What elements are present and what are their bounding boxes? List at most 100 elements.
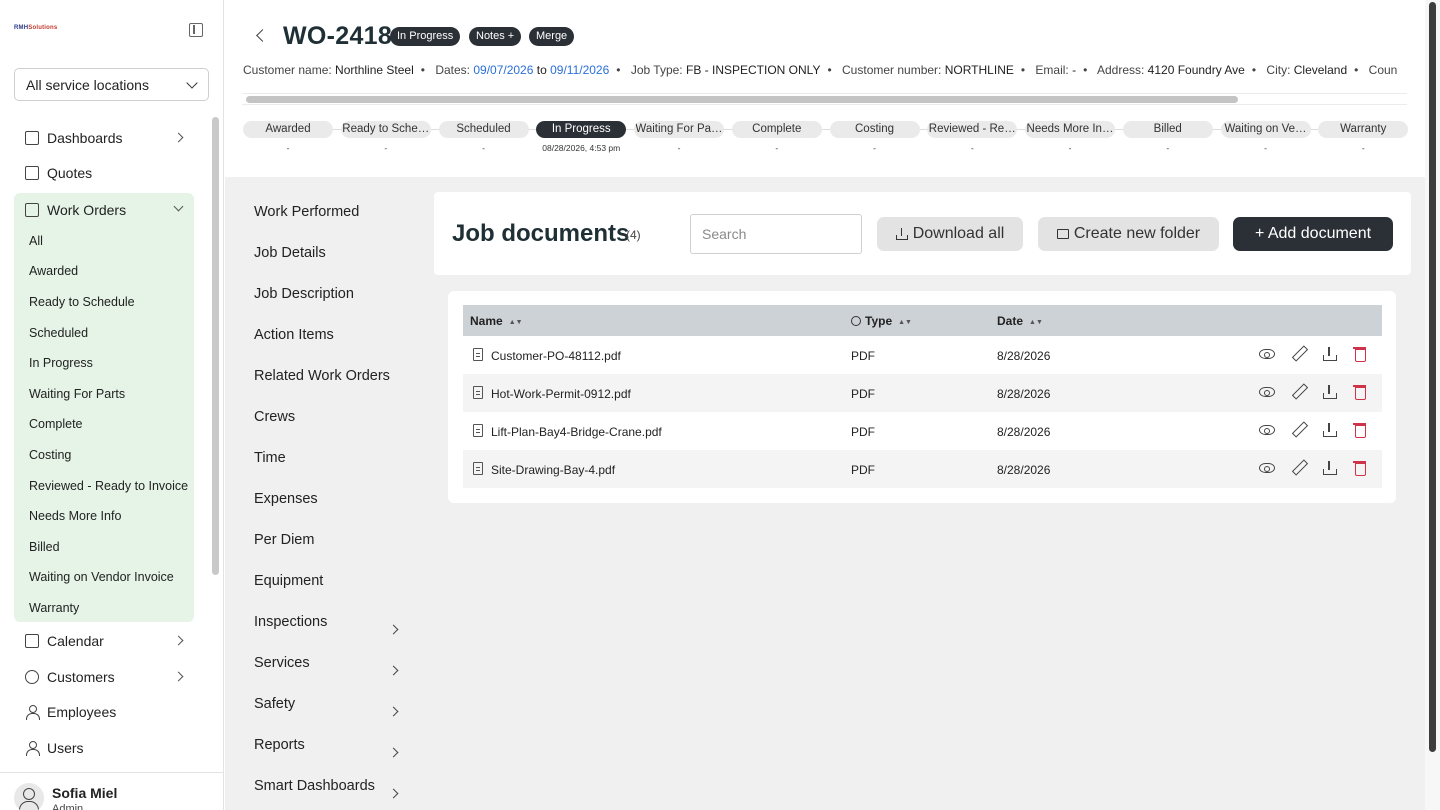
status-badge: In Progress (390, 27, 461, 46)
page-scrollbar[interactable] (1425, 0, 1440, 810)
section-nav-item[interactable]: Safety (254, 696, 295, 712)
stage-date: - (775, 143, 779, 153)
sidebar-subitem[interactable]: Costing (29, 448, 71, 462)
service-location-select[interactable]: All service locations (14, 68, 209, 101)
sidebar-subitem[interactable]: Complete (29, 417, 83, 431)
job-documents-header: Job documents (4) Download all Create ne… (434, 192, 1411, 275)
section-nav-item[interactable]: Job Description (254, 286, 354, 302)
section-nav-item[interactable]: Time (254, 450, 286, 466)
sidebar-scrollbar[interactable] (212, 117, 219, 575)
date-to-link[interactable]: 09/11/2026 (550, 63, 609, 77)
section-nav-item[interactable]: Inspections (254, 614, 327, 630)
column-date[interactable]: Date ▲▼ (997, 314, 1043, 328)
column-name[interactable]: Name ▲▼ (470, 314, 523, 328)
trash-icon[interactable] (1352, 384, 1368, 400)
file-name[interactable]: Site-Drawing-Bay-4.pdf (491, 463, 615, 477)
file-name[interactable]: Lift-Plan-Bay4-Bridge-Crane.pdf (491, 425, 662, 439)
sidebar-item-dashboards[interactable]: Dashboards (14, 121, 194, 155)
users-icon (25, 741, 40, 756)
sidebar-subitem[interactable]: Awarded (29, 264, 78, 278)
status-stage[interactable]: Needs More In… (1025, 121, 1115, 138)
main-content: WO-2418 In Progress Notes + Merge Custom… (225, 0, 1425, 810)
eye-icon[interactable] (1259, 425, 1275, 435)
file-name[interactable]: Customer-PO-48112.pdf (491, 349, 621, 363)
sidebar-item-work-orders[interactable]: Work Orders (14, 193, 194, 227)
search-input[interactable] (690, 214, 862, 254)
download-all-button[interactable]: Download all (877, 217, 1023, 251)
section-nav-item[interactable]: Services (254, 655, 310, 671)
sidebar-subitem[interactable]: Reviewed - Ready to Invoice (29, 479, 188, 493)
section-nav-item[interactable]: Expenses (254, 491, 318, 507)
pencil-icon[interactable] (1290, 384, 1306, 400)
section-nav-item[interactable]: Per Diem (254, 532, 314, 548)
download-icon[interactable] (1321, 460, 1337, 476)
sidebar-subitem[interactable]: Waiting on Vendor Invoice (29, 570, 174, 584)
status-stage[interactable]: Ready to Sche… (340, 121, 431, 138)
file-date: 8/28/2026 (997, 463, 1051, 477)
table-row[interactable]: Hot-Work-Permit-0912.pdf PDF 8/28/2026 (463, 374, 1382, 412)
add-document-button[interactable]: + Add document (1233, 217, 1393, 251)
trash-icon[interactable] (1352, 460, 1368, 476)
status-stage[interactable]: Waiting For Pa… (634, 121, 724, 138)
status-stage[interactable]: Warranty (1318, 121, 1409, 138)
sidebar-subitem[interactable]: All (29, 234, 43, 248)
sidebar-item-users[interactable]: Users (14, 731, 194, 765)
status-stage[interactable]: In Progress (536, 121, 627, 138)
section-nav-item[interactable]: Equipment (254, 573, 323, 589)
download-icon[interactable] (1321, 422, 1337, 438)
status-stage[interactable]: Complete (731, 121, 822, 138)
eye-icon[interactable] (1259, 387, 1275, 397)
back-arrow-icon[interactable] (256, 29, 269, 42)
sidebar-item-quotes[interactable]: Quotes (14, 156, 194, 190)
sidebar-subitem[interactable]: Billed (29, 540, 60, 554)
section-nav-item[interactable]: Action Items (254, 327, 334, 343)
sidebar-item-calendar[interactable]: Calendar (14, 624, 194, 658)
download-icon[interactable] (1321, 346, 1337, 362)
sidebar-subitem[interactable]: Needs More Info (29, 509, 121, 523)
table-row[interactable]: Customer-PO-48112.pdf PDF 8/28/2026 (463, 336, 1382, 374)
section-nav-item[interactable]: Reports (254, 737, 305, 753)
user-card[interactable]: Sofia Miel Admin (0, 772, 224, 810)
eye-icon[interactable] (1259, 463, 1275, 473)
status-stage[interactable]: Reviewed - Re… (927, 121, 1018, 138)
sidebar-subitem[interactable]: In Progress (29, 356, 93, 370)
status-stage[interactable]: Awarded (243, 121, 333, 138)
notes-button[interactable]: Notes + (469, 27, 522, 46)
create-folder-button[interactable]: Create new folder (1038, 217, 1219, 251)
sidebar-subitem[interactable]: Scheduled (29, 326, 88, 340)
trash-icon[interactable] (1352, 346, 1368, 362)
sidebar-item-employees[interactable]: Employees (14, 695, 194, 729)
sidebar-subitem[interactable]: Ready to Schedule (29, 295, 135, 309)
status-stage[interactable]: Waiting on Ve… (1220, 121, 1311, 138)
meta-horizontal-scrollbar[interactable] (242, 93, 1407, 105)
date-from-link[interactable]: 09/07/2026 (473, 63, 533, 77)
pencil-icon[interactable] (1290, 460, 1306, 476)
table-row[interactable]: Site-Drawing-Bay-4.pdf PDF 8/28/2026 (463, 450, 1382, 488)
chevron-right-icon (388, 665, 399, 676)
eye-icon[interactable] (1259, 349, 1275, 359)
sidebar-item-customers[interactable]: Customers (14, 660, 194, 694)
company-logo[interactable]: RMHSolutions (14, 25, 57, 31)
sidebar-subitem[interactable]: Warranty (29, 601, 79, 615)
file-name[interactable]: Hot-Work-Permit-0912.pdf (491, 387, 631, 401)
section-nav-item[interactable]: Job Details (254, 245, 326, 261)
section-nav-item[interactable]: Crews (254, 409, 295, 425)
section-nav-item[interactable]: Related Work Orders (254, 368, 390, 384)
download-icon[interactable] (1321, 384, 1337, 400)
status-stage[interactable]: Scheduled (438, 121, 529, 138)
section-nav-item[interactable]: Work Performed (254, 204, 359, 220)
scrollbar-thumb[interactable] (1429, 2, 1436, 752)
chevron-right-icon (173, 671, 184, 682)
column-type[interactable]: Type ▲▼ (851, 314, 912, 328)
trash-icon[interactable] (1352, 422, 1368, 438)
scrollbar-thumb[interactable] (246, 96, 1238, 103)
merge-button[interactable]: Merge (529, 27, 575, 46)
pencil-icon[interactable] (1290, 422, 1306, 438)
section-nav-item[interactable]: Smart Dashboards (254, 778, 375, 794)
table-row[interactable]: Lift-Plan-Bay4-Bridge-Crane.pdf PDF 8/28/2… (463, 412, 1382, 450)
status-stage[interactable]: Billed (1122, 121, 1213, 138)
sidebar-subitem[interactable]: Waiting For Parts (29, 387, 125, 401)
collapse-sidebar-icon[interactable] (189, 23, 203, 37)
status-stage[interactable]: Costing (829, 121, 920, 138)
pencil-icon[interactable] (1290, 346, 1306, 362)
